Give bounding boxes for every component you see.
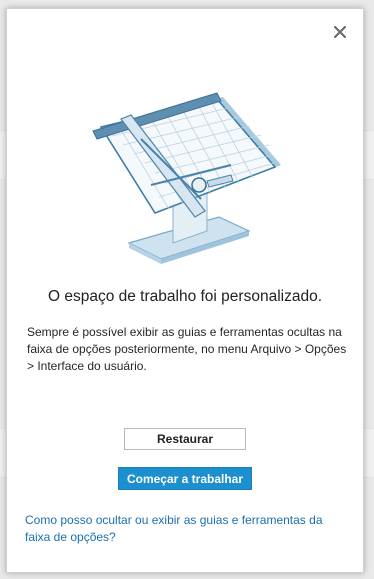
workspace-customized-dialog: O espaço de trabalho foi personalizado. … bbox=[6, 8, 364, 573]
close-icon bbox=[334, 26, 346, 38]
close-button[interactable] bbox=[331, 23, 349, 41]
restore-button[interactable]: Restaurar bbox=[124, 428, 246, 450]
help-link[interactable]: Como posso ocultar ou exibir as guias e … bbox=[25, 512, 349, 546]
dialog-description: Sempre é possível exibir as guias e ferr… bbox=[27, 325, 347, 373]
start-working-button[interactable]: Começar a trabalhar bbox=[118, 467, 252, 490]
drafting-table-illustration bbox=[92, 92, 281, 264]
dialog-title: O espaço de trabalho foi personalizado. bbox=[47, 288, 322, 305]
